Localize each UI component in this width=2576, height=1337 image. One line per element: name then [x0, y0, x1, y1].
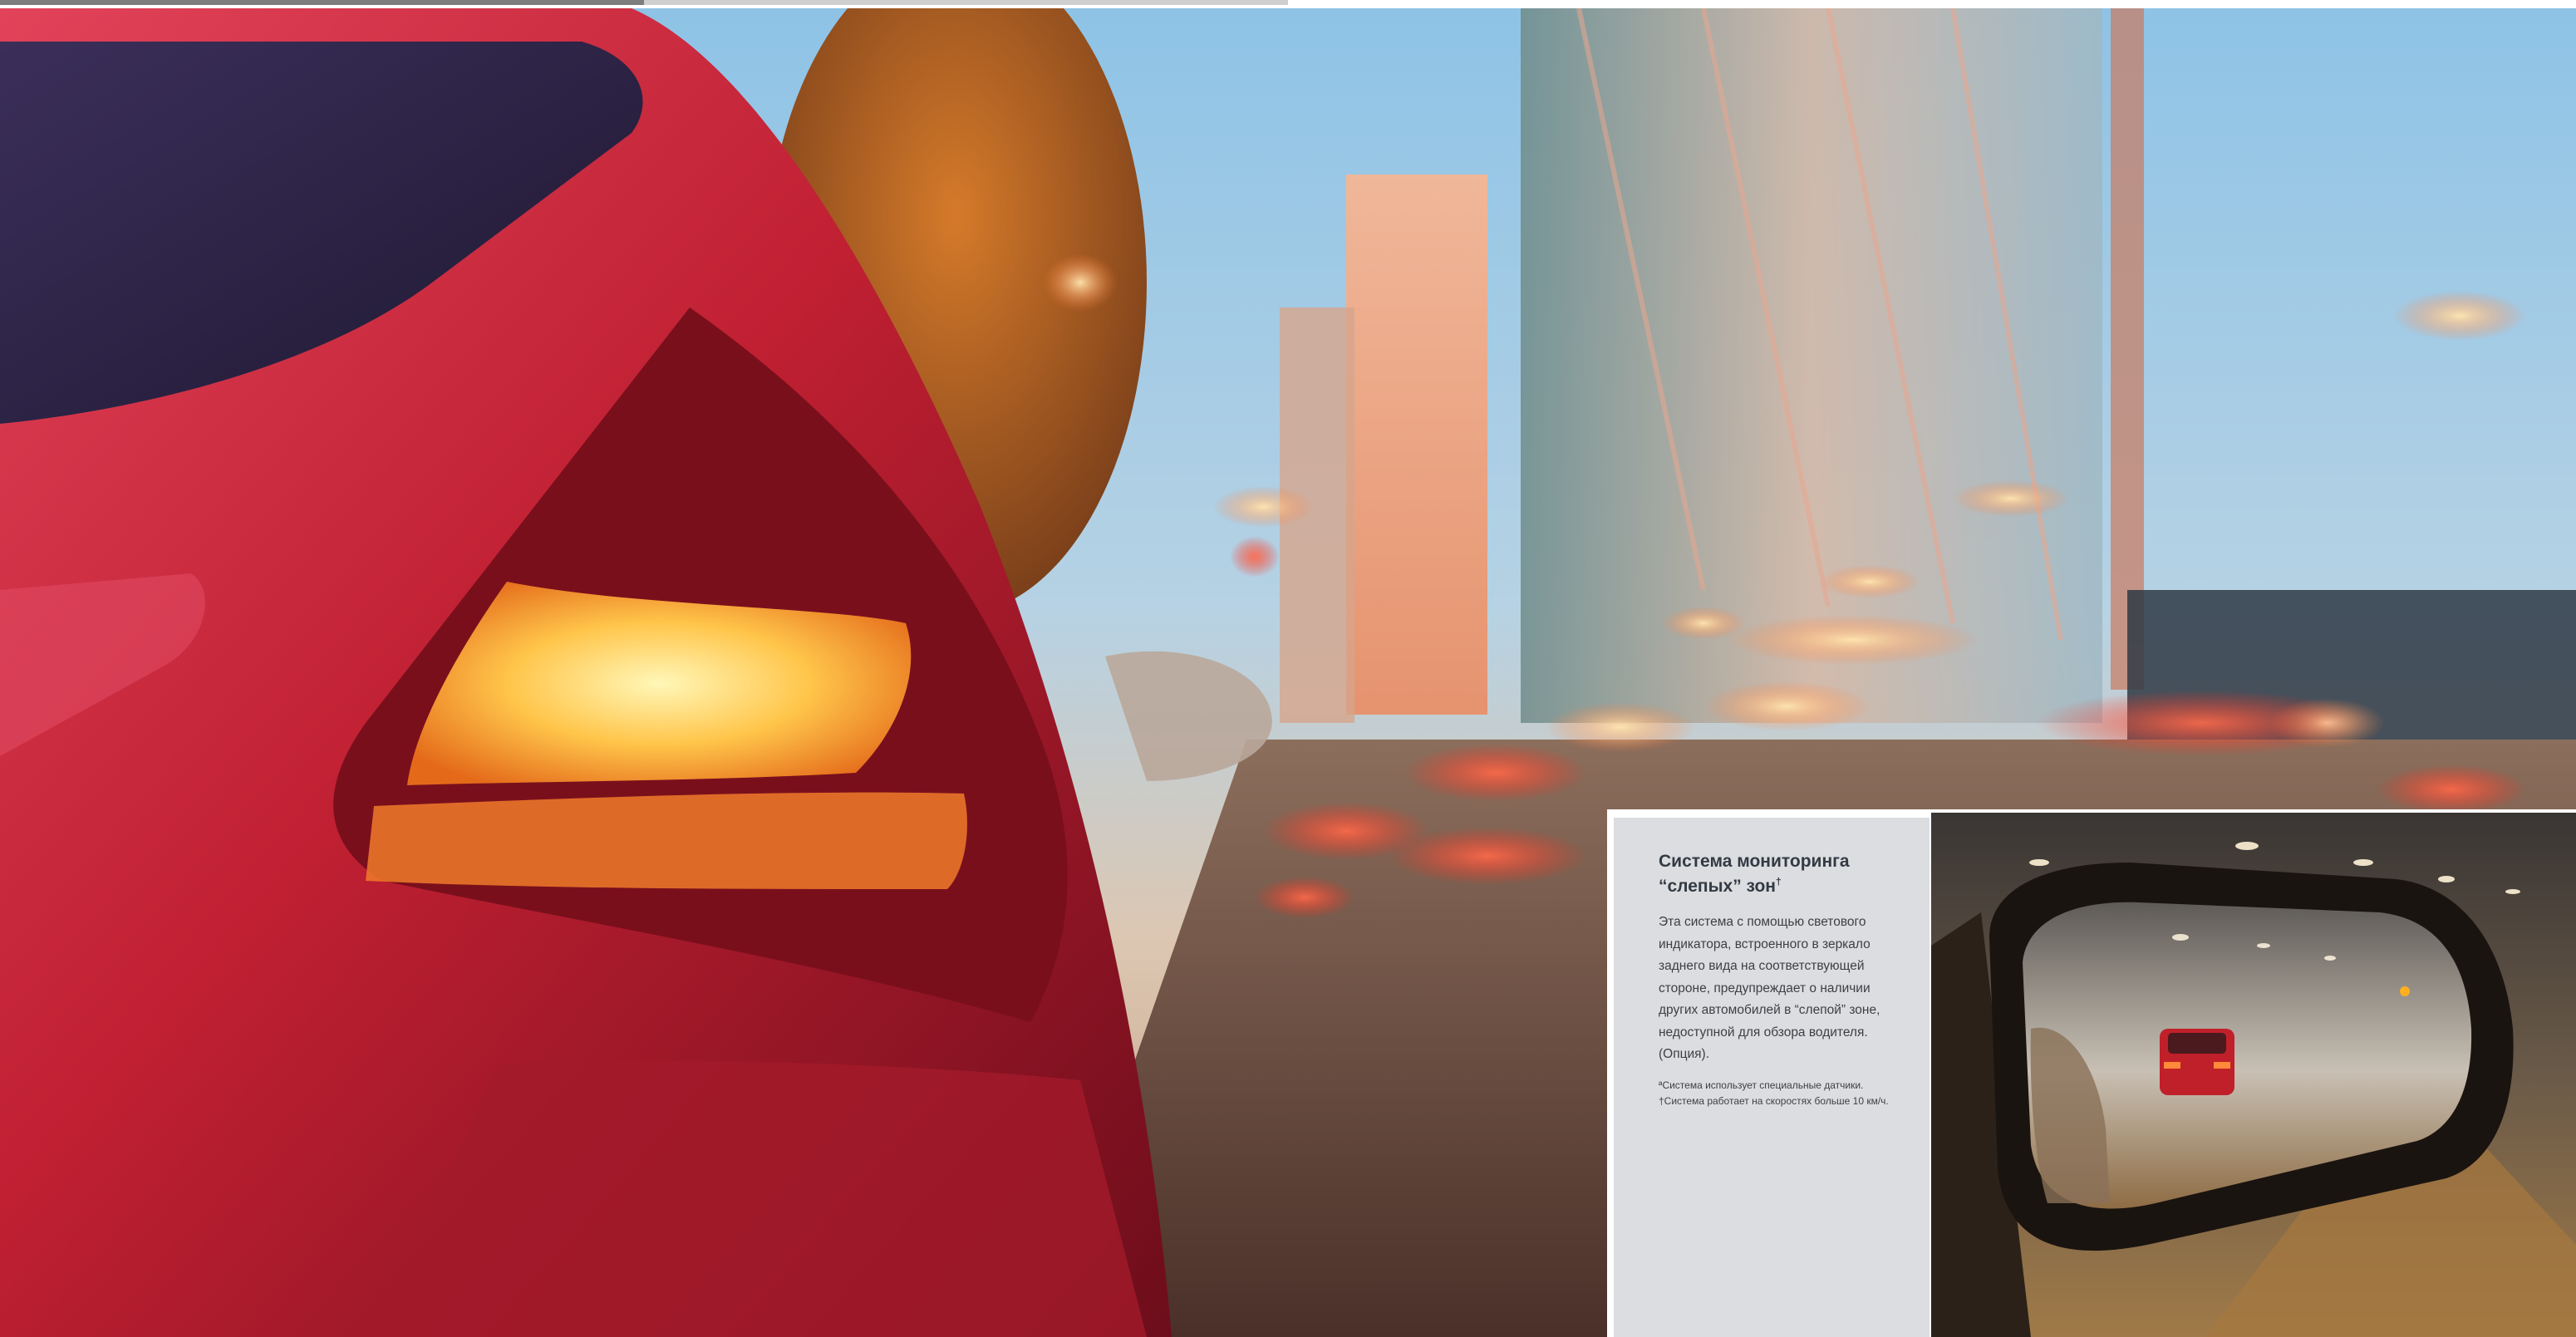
feature-footnotes: ªСистема использует специальные датчики.…: [1659, 1078, 1905, 1109]
feature-title-marks: †: [1775, 876, 1782, 887]
feature-title-line-2: “слепых” зон: [1659, 877, 1776, 896]
top-color-strip: [0, 0, 2576, 8]
top-strip-dark-segment: [0, 0, 644, 5]
side-mirror-illustration: [1931, 813, 2576, 1337]
blind-spot-info-panel: Система мониторинга “слепых” зон† Эта си…: [1607, 809, 2576, 1337]
feature-description: Эта система с помощью светового индикато…: [1659, 915, 1880, 1061]
info-text-box: Система мониторинга “слепых” зон† Эта си…: [1614, 818, 1930, 1337]
feature-title: Система мониторинга “слепых” зон†: [1659, 851, 1905, 897]
footnote-speed: †Система работает на скоростях больше 10…: [1659, 1094, 1889, 1107]
top-strip-light-segment: [644, 0, 1288, 5]
feature-title-line-1: Система мониторинга: [1659, 852, 1850, 871]
footnote-sensors: ªСистема использует специальные датчики.: [1659, 1079, 1864, 1091]
side-mirror-photo: [1931, 813, 2576, 1337]
